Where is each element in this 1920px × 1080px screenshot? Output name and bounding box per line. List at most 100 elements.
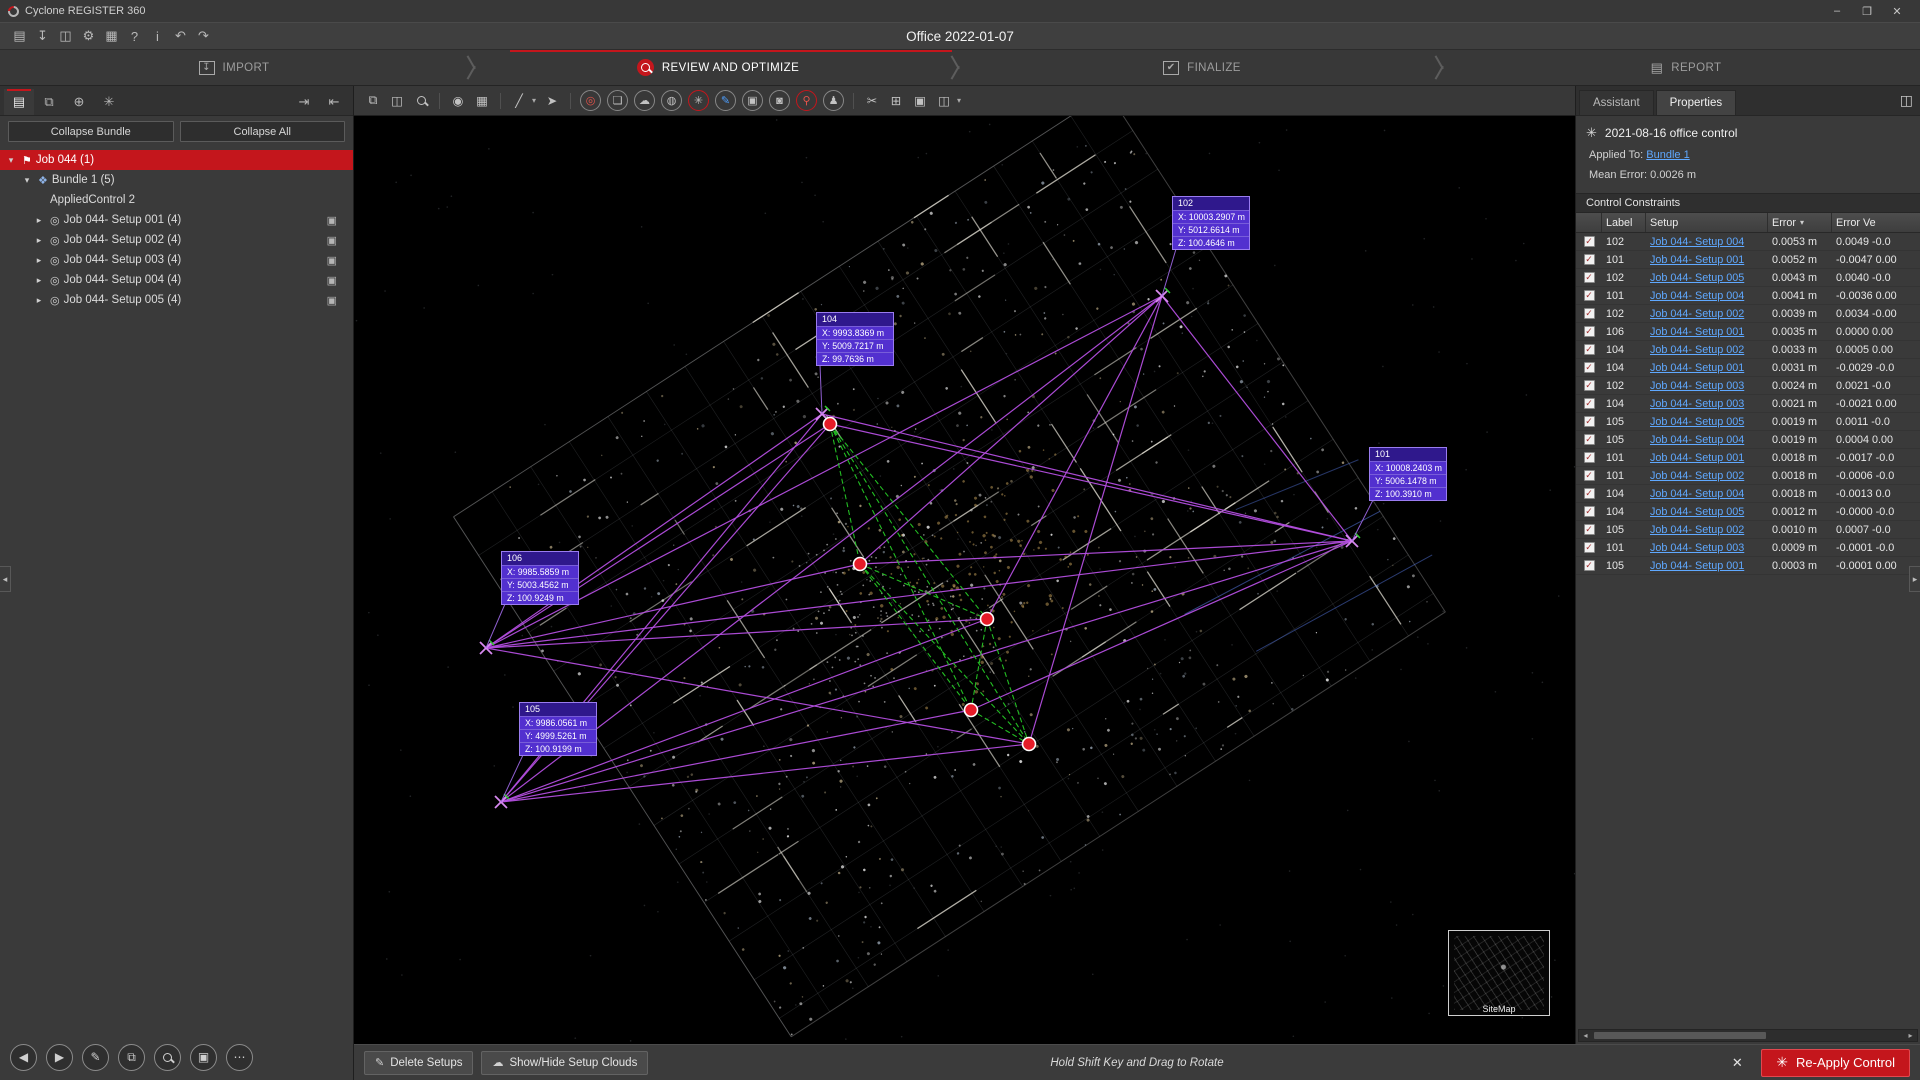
expander-icon[interactable]: ▾	[4, 155, 18, 166]
collapse-bundle-button[interactable]: Collapse Bundle	[8, 121, 174, 142]
table-row[interactable]: ✓105Job 044- Setup 0020.0010 m0.0007 -0.…	[1576, 521, 1920, 539]
table-row[interactable]: ✓101Job 044- Setup 0030.0009 m-0.0001 -0…	[1576, 539, 1920, 557]
table-row[interactable]: ✓105Job 044- Setup 0010.0003 m-0.0001 0.…	[1576, 557, 1920, 575]
checkbox[interactable]: ✓	[1584, 488, 1595, 499]
tree-item-setup[interactable]: ▸◎Job 044- Setup 002 (4)▣	[0, 230, 353, 250]
measure-caret-icon[interactable]: ▾	[529, 90, 539, 112]
checkbox[interactable]: ✓	[1584, 380, 1595, 391]
checkbox[interactable]: ✓	[1584, 290, 1595, 301]
checkbox[interactable]: ✓	[1584, 254, 1595, 265]
camera-icon[interactable]: ◙	[769, 90, 790, 111]
expander-icon[interactable]: ▸	[32, 275, 46, 286]
sphere-icon[interactable]: ◍	[661, 90, 682, 111]
checkbox[interactable]: ✓	[1584, 362, 1595, 373]
column-error[interactable]: Error▾	[1768, 213, 1832, 232]
table-row[interactable]: ✓105Job 044- Setup 0050.0019 m0.0011 -0.…	[1576, 413, 1920, 431]
checkbox[interactable]: ✓	[1584, 560, 1595, 571]
measure-icon[interactable]: ╱	[508, 90, 530, 112]
workflow-step-report[interactable]: ▤ REPORT	[1452, 50, 1920, 85]
more-button[interactable]: ⋯	[226, 1044, 253, 1071]
setup-image-icon[interactable]: ▣	[327, 294, 337, 307]
snapshot-icon[interactable]: ▣	[909, 90, 931, 112]
setup-image-icon[interactable]: ▣	[327, 214, 337, 227]
cell-setup-link[interactable]: Job 044- Setup 002	[1646, 344, 1768, 356]
image-button[interactable]: ▣	[190, 1044, 217, 1071]
expander-icon[interactable]: ▸	[32, 295, 46, 306]
reapply-control-button[interactable]: ✳ Re-Apply Control	[1761, 1049, 1910, 1077]
tree-item-setup[interactable]: ▸◎Job 044- Setup 005 (4)▣	[0, 290, 353, 310]
workflow-step-finalize[interactable]: ✔ FINALIZE	[968, 50, 1436, 85]
table-row[interactable]: ✓102Job 044- Setup 0040.0053 m0.0049 -0.…	[1576, 233, 1920, 251]
checkbox[interactable]: ✓	[1584, 470, 1595, 481]
delete-setups-button[interactable]: ✎ Delete Setups	[364, 1051, 473, 1075]
show-hide-setup-clouds-button[interactable]: ☁ Show/Hide Setup Clouds	[481, 1051, 648, 1075]
table-row[interactable]: ✓101Job 044- Setup 0010.0018 m-0.0017 -0…	[1576, 449, 1920, 467]
column-setup[interactable]: Setup	[1646, 213, 1768, 232]
layout-icon[interactable]: ◫	[933, 90, 955, 112]
fit-view-icon[interactable]: ⊞	[885, 90, 907, 112]
control-point-label[interactable]: 106X: 9985.5859 mY: 5003.4562 mZ: 100.92…	[501, 551, 579, 605]
zoom-window-icon[interactable]	[410, 90, 432, 112]
control-network-icon[interactable]: ✳	[688, 90, 709, 111]
cell-setup-link[interactable]: Job 044- Setup 005	[1646, 416, 1768, 428]
expander-icon[interactable]: ▸	[32, 215, 46, 226]
cloud-icon[interactable]: ☁	[634, 90, 655, 111]
project-explorer-tab[interactable]: ▤	[4, 89, 34, 115]
tab-properties[interactable]: Properties	[1656, 90, 1736, 115]
image-marker-icon[interactable]: ▣	[742, 90, 763, 111]
dismiss-hint-button[interactable]: ✕	[1727, 1055, 1747, 1071]
column-error-vector[interactable]: Error Ve	[1832, 213, 1920, 232]
tree-item-setup[interactable]: ▸◎Job 044- Setup 004 (4)▣	[0, 270, 353, 290]
cell-setup-link[interactable]: Job 044- Setup 004	[1646, 434, 1768, 446]
checkbox[interactable]: ✓	[1584, 524, 1595, 535]
table-row[interactable]: ✓101Job 044- Setup 0020.0018 m-0.0006 -0…	[1576, 467, 1920, 485]
cell-setup-link[interactable]: Job 044- Setup 004	[1646, 236, 1768, 248]
control-point-label[interactable]: 101X: 10008.2403 mY: 5006.1478 mZ: 100.3…	[1369, 447, 1447, 501]
horizontal-scrollbar[interactable]: ◂ ▸	[1578, 1029, 1918, 1042]
expander-icon[interactable]: ▸	[32, 235, 46, 246]
right-panel-collapse-handle[interactable]: ▸	[1909, 566, 1920, 592]
workflow-step-review-and-optimize[interactable]: REVIEW AND OPTIMIZE	[484, 50, 952, 85]
table-row[interactable]: ✓104Job 044- Setup 0050.0012 m-0.0000 -0…	[1576, 503, 1920, 521]
table-row[interactable]: ✓104Job 044- Setup 0030.0021 m-0.0021 0.…	[1576, 395, 1920, 413]
info-icon[interactable]: i	[146, 26, 169, 47]
redo-icon[interactable]: ↷	[192, 26, 215, 47]
cell-setup-link[interactable]: Job 044- Setup 001	[1646, 362, 1768, 374]
setup-image-icon[interactable]: ▣	[327, 234, 337, 247]
scroll-left-icon[interactable]: ◂	[1579, 1031, 1592, 1040]
play-button[interactable]: ▶	[46, 1044, 73, 1071]
tree-item-setup[interactable]: ▸◎Job 044- Setup 001 (4)▣	[0, 210, 353, 230]
cell-setup-link[interactable]: Job 044- Setup 002	[1646, 470, 1768, 482]
checkbox[interactable]: ✓	[1584, 398, 1595, 409]
checkbox[interactable]: ✓	[1584, 344, 1595, 355]
gis-tab[interactable]: ⊕	[64, 89, 94, 115]
column-label[interactable]: Label	[1602, 213, 1646, 232]
cell-setup-link[interactable]: Job 044- Setup 003	[1646, 398, 1768, 410]
help-icon[interactable]: ?	[123, 26, 146, 47]
minimize-button[interactable]: –	[1822, 5, 1852, 18]
maximize-button[interactable]: ❐	[1852, 5, 1882, 18]
expand-branch-icon[interactable]: ⇥	[289, 89, 319, 115]
left-panel-collapse-handle[interactable]: ◂	[0, 566, 11, 592]
collapse-all-button[interactable]: Collapse All	[180, 121, 346, 142]
table-row[interactable]: ✓101Job 044- Setup 0010.0052 m-0.0047 0.…	[1576, 251, 1920, 269]
tree-item-job[interactable]: ▾ ⚑ Job 044 (1)	[0, 150, 353, 170]
checkbox[interactable]: ✓	[1584, 308, 1595, 319]
tree-item-setup[interactable]: ▸◎Job 044- Setup 003 (4)▣	[0, 250, 353, 270]
checkbox[interactable]: ✓	[1584, 452, 1595, 463]
copy-icon[interactable]: ⧉	[362, 90, 384, 112]
cell-setup-link[interactable]: Job 044- Setup 001	[1646, 560, 1768, 572]
cell-setup-link[interactable]: Job 044- Setup 003	[1646, 542, 1768, 554]
split-view-icon[interactable]: ✂	[861, 90, 883, 112]
checkbox[interactable]: ✓	[1584, 416, 1595, 427]
cell-setup-link[interactable]: Job 044- Setup 001	[1646, 452, 1768, 464]
links-tab[interactable]: ⧉	[34, 89, 64, 115]
table-row[interactable]: ✓102Job 044- Setup 0020.0039 m0.0034 -0.…	[1576, 305, 1920, 323]
storage-icon[interactable]: ▦	[100, 26, 123, 47]
table-row[interactable]: ✓104Job 044- Setup 0040.0018 m-0.0013 0.…	[1576, 485, 1920, 503]
expander-icon[interactable]: ▾	[20, 175, 34, 186]
cell-setup-link[interactable]: Job 044- Setup 005	[1646, 272, 1768, 284]
cell-setup-link[interactable]: Job 044- Setup 003	[1646, 380, 1768, 392]
table-row[interactable]: ✓102Job 044- Setup 0030.0024 m0.0021 -0.…	[1576, 377, 1920, 395]
control-point-label[interactable]: 105X: 9986.0561 mY: 4999.5261 mZ: 100.91…	[519, 702, 597, 756]
